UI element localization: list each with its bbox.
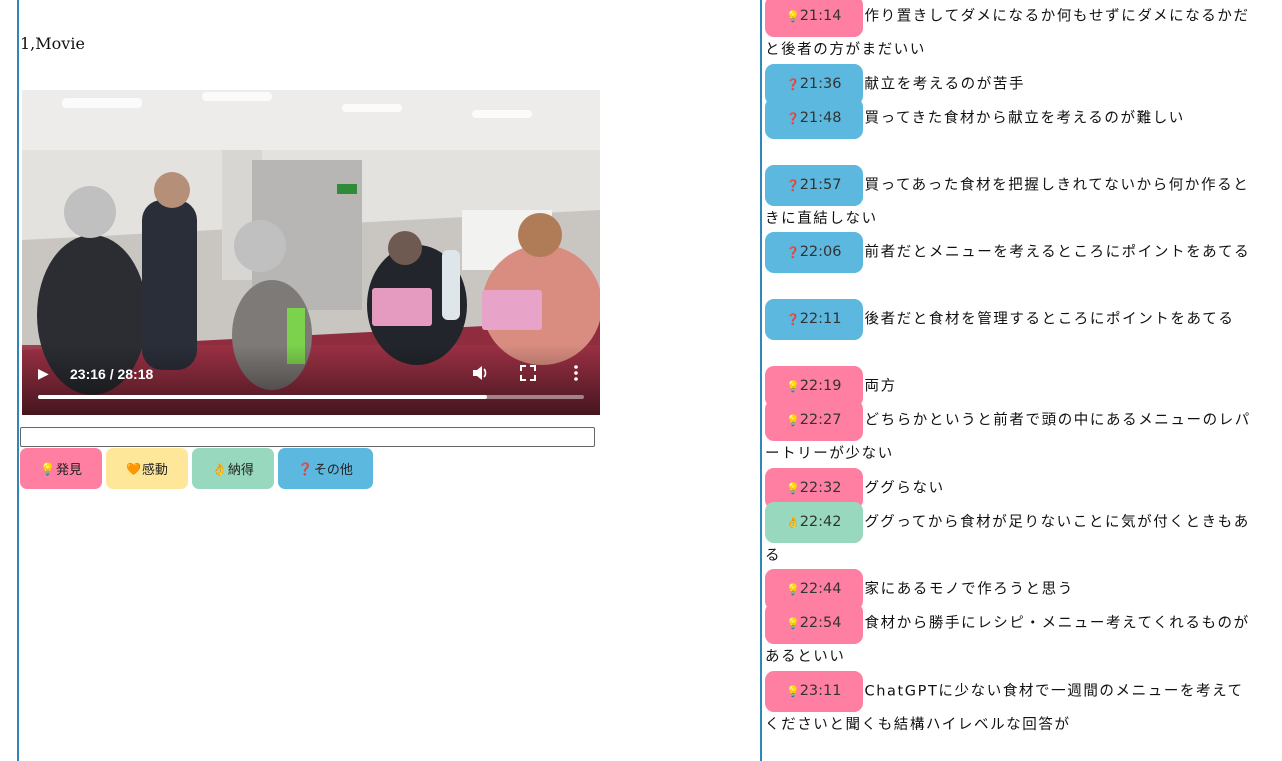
category-button-label: 納得: [227, 463, 254, 478]
video-progress-bar[interactable]: [38, 395, 584, 399]
timestamp-button[interactable]: ❓22:11: [765, 299, 863, 340]
timestamp-label: 21:48: [799, 109, 842, 126]
category-convinced-icon: 👌: [211, 461, 227, 476]
video-player[interactable]: ▶ 23:16 / 28:18: [22, 90, 600, 415]
timestamp-button[interactable]: 💡21:14: [765, 0, 863, 37]
timestamp-label: 22:27: [799, 412, 842, 428]
left-border: [17, 0, 19, 761]
timestamp-button[interactable]: ❓21:57: [765, 164, 863, 206]
section-title: 1,Movie: [20, 34, 85, 53]
play-icon[interactable]: ▶: [38, 365, 56, 383]
category-button-label: 発見: [55, 463, 82, 478]
timestamp-label: 22:54: [799, 615, 842, 631]
log-entry: 💡21:14 作り置きしてダメになるか何もせずにダメになるかだと後者の方がまだいい: [765, 0, 1255, 68]
log-entry-text: 買ってきた食材から献立を考えるのが難しい: [864, 110, 1185, 126]
log-entry: 👌22:42 ググってから食材が足りないことに気が付くときもある: [765, 501, 1255, 574]
log-category-icon: ❓: [786, 111, 800, 125]
log-category-icon: ❓: [786, 246, 800, 259]
log-category-icon: 💡: [786, 481, 800, 495]
log-category-icon: 💡: [786, 684, 800, 698]
log-category-icon: 💡: [786, 10, 800, 23]
column-divider: [760, 0, 762, 761]
log-entry: ❓21:36 献立を考えるのが苦手: [765, 63, 1255, 105]
log-entry: ❓22:11 後者だと食材を管理するところにポイントをあてる: [765, 299, 1255, 340]
timestamp-button[interactable]: 💡22:27: [765, 400, 863, 441]
timestamp-button[interactable]: ❓22:06: [765, 232, 863, 273]
video-controls: ▶ 23:16 / 28:18: [22, 345, 600, 415]
log-category-icon: 💡: [786, 617, 800, 630]
category-button-discovery[interactable]: 💡 発見: [20, 448, 102, 489]
category-discovery-icon: 💡: [40, 461, 55, 476]
timestamp-label: 21:36: [799, 75, 842, 92]
log-entry-text: ググらない: [864, 480, 945, 496]
video-time-display: 23:16 / 28:18: [70, 366, 154, 382]
log-entry-text: 両方: [864, 378, 897, 395]
timestamp-label: 22:44: [799, 581, 842, 597]
timestamp-label: 23:11: [799, 682, 842, 699]
log-category-icon: 💡: [786, 414, 800, 427]
timestamp-button[interactable]: 👌22:42: [765, 501, 863, 543]
log-entry: 💡22:32 ググらない: [765, 467, 1255, 509]
log-entry-text: 献立を考えるのが苦手: [864, 76, 1026, 92]
fullscreen-icon[interactable]: [518, 363, 538, 383]
category-button-label: 感動: [141, 463, 168, 478]
category-button-convinced[interactable]: 👌 納得: [191, 448, 274, 489]
timestamp-label: 22:19: [799, 378, 842, 394]
log-category-icon: ❓: [786, 77, 800, 91]
category-moved-icon: 🧡: [125, 461, 141, 476]
log-entry-text: 前者だとメニューを考えるところにポイントをあてる: [864, 244, 1251, 261]
log-entry: ❓21:57 買ってあった食材を把握しきれてないから何か作るときに直結しない: [765, 164, 1255, 237]
log-entry: 💡22:19 両方: [765, 366, 1255, 407]
log-spacer: [765, 136, 1255, 169]
category-button-moved[interactable]: 🧡 感動: [105, 448, 188, 489]
timestamp-label: 21:57: [799, 176, 842, 193]
category-buttons: 💡 発見 🧡 感動 👌 納得 ❓ その他: [20, 448, 373, 489]
category-other-icon: ❓: [297, 461, 313, 476]
timestamp-button[interactable]: 💡22:54: [765, 603, 863, 644]
timestamp-label: 22:06: [799, 244, 842, 260]
log-entry: 💡22:54 食材から勝手にレシピ・メニュー考えてくれるものがあるといい: [765, 603, 1255, 675]
category-button-label: その他: [313, 463, 353, 478]
log-entry: 💡22:44 家にあるモノで作ろうと思う: [765, 569, 1255, 610]
log-category-icon: ❓: [786, 178, 800, 192]
log-category-icon: 💡: [786, 583, 800, 596]
timestamp-button[interactable]: ❓21:48: [765, 97, 863, 139]
timestamp-label: 22:11: [799, 311, 842, 327]
log-category-icon: 👌: [786, 515, 800, 529]
timestamp-label: 21:14: [799, 8, 842, 24]
log-entry: 💡23:11 ChatGPTに少ない食材で一週間のメニューを考えてくださいと聞くも…: [765, 670, 1255, 743]
video-progress-fill: [38, 395, 487, 399]
category-button-other[interactable]: ❓ その他: [277, 448, 373, 489]
log-entry-text: 家にあるモノで作ろうと思う: [864, 581, 1074, 598]
timestamp-label: 22:32: [799, 479, 842, 496]
log-entry: ❓22:06 前者だとメニューを考えるところにポイントをあてる: [765, 232, 1255, 273]
log-entry: ❓21:48 買ってきた食材から献立を考えるのが難しい: [765, 97, 1255, 139]
more-options-icon[interactable]: [566, 363, 586, 383]
log-category-icon: 💡: [786, 380, 800, 393]
timestamp-label: 22:42: [799, 513, 842, 530]
log-entry-text: 後者だと食材を管理するところにポイントをあてる: [864, 311, 1235, 328]
volume-icon[interactable]: [470, 363, 490, 383]
log-category-icon: ❓: [786, 313, 800, 326]
log-entry: 💡22:27 どちらかというと前者で頭の中にあるメニューのレパートリーが少ない: [765, 400, 1255, 472]
note-input[interactable]: [20, 427, 595, 447]
timestamp-button[interactable]: 💡23:11: [765, 670, 863, 712]
annotation-log: 💡21:14 作り置きしてダメになるか何もせずにダメになるかだと後者の方がまだいい…: [765, 0, 1255, 761]
